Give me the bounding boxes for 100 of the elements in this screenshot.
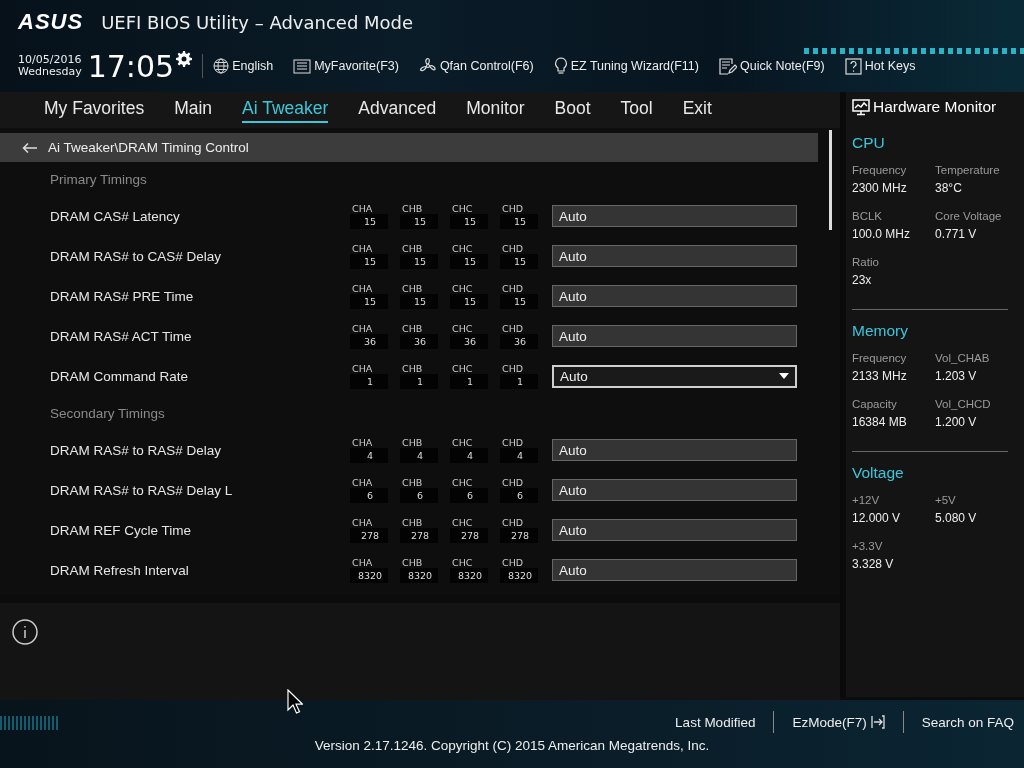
setting-label: DRAM RAS# to CAS# Delay bbox=[50, 248, 223, 264]
channel-label: CHD bbox=[501, 283, 525, 294]
menu-tab[interactable]: Monitor bbox=[466, 97, 525, 123]
channel-label: CHA bbox=[351, 203, 374, 214]
channel-label: CHB bbox=[401, 557, 424, 568]
reading-label: +12V bbox=[852, 494, 881, 506]
exit-icon bbox=[870, 715, 885, 729]
section-heading: Primary Timings bbox=[49, 170, 148, 189]
breadcrumb-bar[interactable]: Ai Tweaker\DRAM Timing Control bbox=[0, 133, 818, 162]
reading-label: Core Voltage bbox=[935, 210, 1003, 222]
channel-value: 15 bbox=[450, 294, 488, 309]
channel-value: 8320 bbox=[500, 568, 538, 583]
reading-value: 5.080 V bbox=[935, 511, 978, 525]
channel-value: 1 bbox=[400, 374, 438, 389]
panel-title: Hardware Monitor bbox=[873, 98, 997, 116]
group-heading: Voltage bbox=[852, 464, 905, 482]
monitor-icon bbox=[852, 98, 870, 116]
channel-value: 15 bbox=[450, 214, 488, 229]
reading-label: Vol_CHAB bbox=[935, 352, 991, 364]
channel-label: CHC bbox=[451, 517, 474, 528]
menu-tab[interactable]: Advanced bbox=[358, 97, 437, 123]
channel-value: 36 bbox=[500, 334, 538, 349]
channel-value: 1 bbox=[500, 374, 538, 389]
channel-label: CHD bbox=[501, 557, 525, 568]
channel-label: CHB bbox=[401, 283, 424, 294]
reading-value: 12.000 V bbox=[852, 511, 902, 525]
input-field[interactable]: Auto bbox=[552, 519, 797, 541]
channel-label: CHC bbox=[451, 323, 474, 334]
channel-value: 1 bbox=[450, 374, 488, 389]
reading-value: 2300 MHz bbox=[852, 181, 908, 195]
toolbar-button[interactable]: MyFavorite(F3) bbox=[293, 57, 399, 75]
toolbar-button[interactable]: Hot Keys bbox=[844, 57, 916, 75]
globe-icon bbox=[213, 58, 230, 74]
channel-value: 15 bbox=[350, 214, 388, 229]
toolbar-button[interactable]: EZ Tuning Wizard(F11) bbox=[553, 57, 699, 75]
channel-label: CHC bbox=[451, 283, 474, 294]
setting-label: DRAM Command Rate bbox=[50, 368, 190, 384]
input-field[interactable]: Auto bbox=[552, 325, 797, 347]
channel-label: CHA bbox=[351, 283, 374, 294]
channel-value: 6 bbox=[450, 488, 488, 503]
scrollbar[interactable] bbox=[829, 130, 832, 230]
reading-label: +5V bbox=[935, 494, 957, 506]
channel-value: 36 bbox=[350, 334, 388, 349]
channel-label: CHA bbox=[351, 517, 374, 528]
menu-tab[interactable]: Main bbox=[174, 97, 213, 123]
toolbar-button[interactable]: English bbox=[213, 57, 274, 75]
reading-label: Temperature bbox=[935, 164, 1001, 176]
channel-label: CHA bbox=[351, 323, 374, 334]
reading-label: Ratio bbox=[852, 256, 880, 268]
reading-value: 23x bbox=[852, 273, 873, 287]
channel-label: CHB bbox=[401, 437, 424, 448]
logo: ASUS bbox=[18, 9, 84, 35]
channel-label: CHA bbox=[351, 243, 374, 254]
footer-link[interactable]: EzMode(F7) bbox=[792, 714, 885, 730]
channel-value: 15 bbox=[400, 294, 438, 309]
menu-tab[interactable]: Exit bbox=[682, 97, 712, 123]
channel-label: CHC bbox=[451, 437, 474, 448]
reading-label: BCLK bbox=[852, 210, 884, 222]
channel-label: CHC bbox=[451, 203, 474, 214]
footer-link[interactable]: Last Modified bbox=[675, 714, 756, 730]
reading-value: 1.200 V bbox=[935, 415, 978, 429]
mouse-cursor-icon bbox=[287, 689, 303, 715]
menu-tab[interactable]: My Favorites bbox=[44, 97, 145, 123]
channel-label: CHD bbox=[501, 437, 525, 448]
channel-value: 15 bbox=[350, 294, 388, 309]
toolbar-button[interactable]: Quick Note(F9) bbox=[718, 57, 825, 75]
channel-label: CHD bbox=[501, 363, 525, 374]
channel-value: 4 bbox=[400, 448, 438, 463]
channel-value: 36 bbox=[450, 334, 488, 349]
channel-value: 278 bbox=[500, 528, 538, 543]
channel-label: CHD bbox=[501, 323, 525, 334]
menu-tab[interactable]: Ai Tweaker bbox=[242, 97, 329, 123]
reading-label: Vol_CHCD bbox=[935, 398, 992, 410]
channel-value: 15 bbox=[500, 294, 538, 309]
footer-link[interactable]: Search on FAQ bbox=[921, 714, 1014, 730]
channel-value: 36 bbox=[400, 334, 438, 349]
menu-tab[interactable]: Tool bbox=[620, 97, 653, 123]
channel-value: 8320 bbox=[450, 568, 488, 583]
channel-label: CHD bbox=[501, 203, 525, 214]
channel-value: 15 bbox=[400, 254, 438, 269]
menu-tab[interactable]: Boot bbox=[554, 97, 591, 123]
back-arrow-icon[interactable] bbox=[22, 141, 38, 154]
channel-label: CHB bbox=[401, 243, 424, 254]
toolbar-button[interactable]: Qfan Control(F6) bbox=[418, 57, 534, 75]
reading-label: Frequency bbox=[852, 352, 908, 364]
settings-icon[interactable] bbox=[176, 51, 193, 67]
reading-label: Frequency bbox=[852, 164, 908, 176]
channel-value: 4 bbox=[450, 448, 488, 463]
channel-value: 15 bbox=[500, 214, 538, 229]
reading-value: 0.771 V bbox=[935, 227, 978, 241]
dropdown[interactable]: Auto bbox=[552, 364, 797, 388]
input-field[interactable]: Auto bbox=[552, 479, 797, 501]
list-icon bbox=[293, 58, 312, 74]
channel-label: CHC bbox=[451, 477, 474, 488]
input-field[interactable]: Auto bbox=[552, 245, 797, 267]
input-field[interactable]: Auto bbox=[552, 559, 797, 581]
input-field[interactable]: Auto bbox=[552, 285, 797, 307]
channel-value: 6 bbox=[500, 488, 538, 503]
input-field[interactable]: Auto bbox=[552, 205, 797, 227]
input-field[interactable]: Auto bbox=[552, 439, 797, 461]
